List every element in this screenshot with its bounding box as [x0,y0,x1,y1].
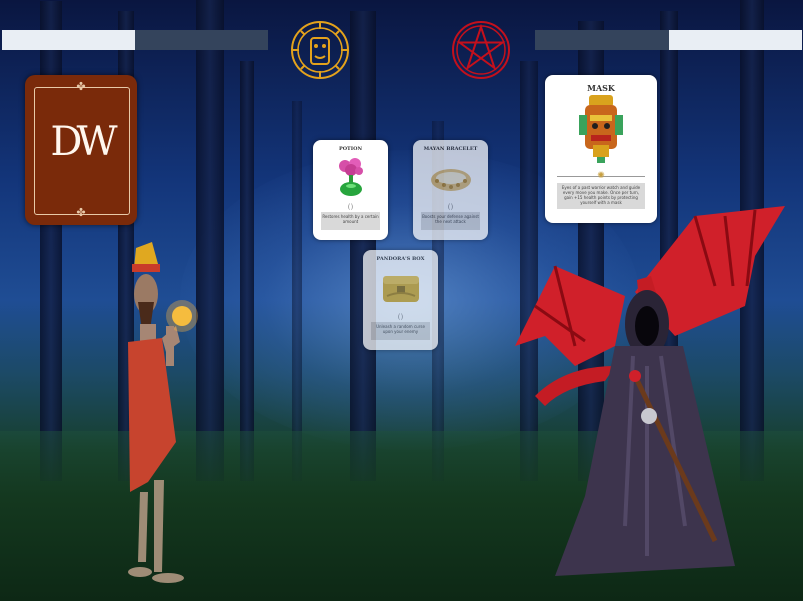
deck-logo: DW [50,119,117,165]
mayan-mask-icon [579,95,623,163]
card-title: POTION [338,146,363,152]
player-character [128,242,198,583]
bracelet-icon [431,169,471,191]
potion-flower-icon [339,158,363,196]
card-symbol: () [397,313,404,321]
ornament-icon: ✤ [76,80,86,93]
tree-trunk [40,1,62,481]
enemy-health-bar [535,30,802,50]
draw-deck[interactable]: ✤ DW ✤ [25,75,137,225]
tree-trunk [240,61,254,481]
sun-ornament-icon: ✺ [597,171,605,181]
tree-trunk [292,101,302,481]
card-mayan-bracelet[interactable]: MAYAN BRACELET () Boosts your defense ag… [413,140,488,240]
player-health-fill [2,30,135,50]
player-health-bar [2,30,268,50]
card-symbol: () [347,203,354,211]
card-description: Restores health by a certain amount [321,212,380,230]
card-title: MASK [587,83,615,93]
sun-mask-icon [291,21,349,79]
pentagram-icon [452,21,510,79]
card-symbol: () [447,203,454,211]
enemy-health-empty [535,30,669,50]
treasure-box-icon [383,276,419,302]
enemy-health-fill [668,30,802,50]
card-description: Boosts your defense against the next att… [421,212,480,230]
card-title: PANDORA'S BOX [376,256,425,262]
ornament-icon: ✤ [76,206,86,219]
player-health-empty [135,30,268,50]
card-description: Unleash a random curse upon your enemy [371,322,430,340]
card-pandoras-box[interactable]: PANDORA'S BOX () Unleash a random curse … [363,250,438,350]
card-title: MAYAN BRACELET [423,146,478,152]
card-potion[interactable]: POTION () Restores health by a certain a… [313,140,388,240]
tree-trunk [350,11,376,481]
enemy-character [515,206,785,576]
